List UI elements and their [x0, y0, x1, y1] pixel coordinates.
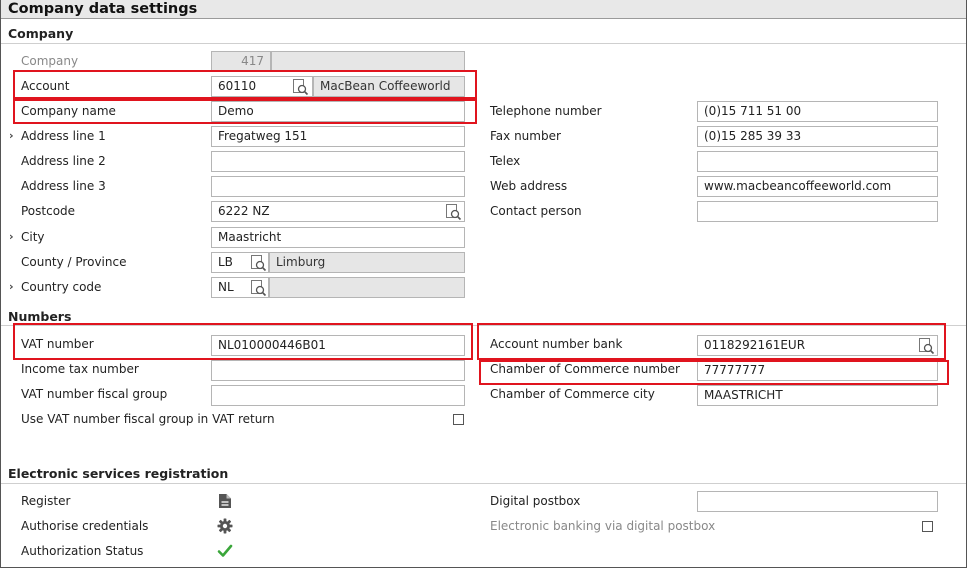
county-province-label: County / Province	[21, 255, 127, 269]
coc-city-input[interactable]: MAASTRICHT	[697, 385, 938, 406]
coc-city-label: Chamber of Commerce city	[490, 387, 655, 401]
section-title-company: Company	[8, 26, 74, 41]
section-title-numbers: Numbers	[8, 309, 72, 324]
income-tax-label: Income tax number	[21, 362, 139, 376]
contact-person-label: Contact person	[490, 204, 582, 218]
gear-icon[interactable]	[217, 518, 233, 537]
country-code-label: Country code	[21, 280, 102, 294]
section-divider	[1, 43, 966, 44]
address-line-1-input[interactable]: Fregatweg 151	[211, 126, 465, 147]
lookup-magnifier-icon[interactable]	[291, 78, 309, 96]
digital-postbox-input[interactable]	[697, 491, 938, 512]
lookup-magnifier-icon[interactable]	[249, 279, 267, 297]
address-line-2-label: Address line 2	[21, 154, 106, 168]
postcode-input[interactable]: 6222 NZ	[211, 201, 465, 222]
account-label: Account	[21, 79, 70, 93]
address-line-1-label: Address line 1	[21, 129, 106, 143]
company-description-field	[271, 51, 465, 72]
city-input[interactable]: Maastricht	[211, 227, 465, 248]
telex-label: Telex	[490, 154, 521, 168]
vat-number-input[interactable]: NL010000446B01	[211, 335, 465, 356]
checkmark-icon	[217, 543, 233, 562]
fax-label: Fax number	[490, 129, 561, 143]
use-vat-fiscal-label: Use VAT number fiscal group in VAT retur…	[21, 412, 275, 426]
lookup-magnifier-icon[interactable]	[249, 254, 267, 272]
vat-number-label: VAT number	[21, 337, 94, 351]
web-address-label: Web address	[490, 179, 568, 193]
chevron-right-icon[interactable]: ›	[9, 230, 14, 243]
telex-input[interactable]	[697, 151, 938, 172]
vat-fiscal-group-input[interactable]	[211, 385, 465, 406]
web-address-input[interactable]: www.macbeancoffeeworld.com	[697, 176, 938, 197]
coc-number-input[interactable]: 77777777	[697, 360, 938, 381]
address-line-3-input[interactable]	[211, 176, 465, 197]
county-name-field: Limburg	[269, 252, 465, 273]
account-name-field: MacBean Coffeeworld	[313, 76, 465, 97]
telephone-label: Telephone number	[490, 104, 602, 118]
company-number-field: 417	[211, 51, 271, 72]
company-label: Company	[21, 54, 79, 68]
address-line-3-label: Address line 3	[21, 179, 106, 193]
lookup-magnifier-icon[interactable]	[917, 337, 935, 355]
fax-input[interactable]: (0)15 285 39 33	[697, 126, 938, 147]
postcode-label: Postcode	[21, 204, 76, 218]
income-tax-input[interactable]	[211, 360, 465, 381]
use-vat-fiscal-checkbox[interactable]	[453, 414, 464, 425]
chevron-right-icon[interactable]: ›	[9, 129, 14, 142]
vat-fiscal-group-label: VAT number fiscal group	[21, 387, 168, 401]
chevron-right-icon[interactable]: ›	[9, 280, 14, 293]
bank-account-label: Account number bank	[490, 337, 623, 351]
coc-number-label: Chamber of Commerce number	[490, 362, 680, 376]
city-label: City	[21, 230, 45, 244]
section-divider	[1, 325, 966, 326]
company-name-label: Company name	[21, 104, 116, 118]
electronic-banking-label: Electronic banking via digital postbox	[490, 519, 716, 533]
authorization-status-label: Authorization Status	[21, 544, 144, 558]
contact-person-input[interactable]	[697, 201, 938, 222]
bank-account-input[interactable]: 0118292161EUR	[697, 335, 938, 356]
register-label: Register	[21, 494, 71, 508]
company-name-input[interactable]: Demo	[211, 101, 465, 122]
authorise-credentials-label: Authorise credentials	[21, 519, 149, 533]
digital-postbox-label: Digital postbox	[490, 494, 581, 508]
page-title: Company data settings	[1, 0, 966, 19]
telephone-input[interactable]: (0)15 711 51 00	[697, 101, 938, 122]
document-icon[interactable]	[218, 493, 232, 512]
section-title-electronic-services: Electronic services registration	[8, 466, 229, 481]
country-name-field	[269, 277, 465, 298]
electronic-banking-checkbox[interactable]	[922, 521, 933, 532]
address-line-2-input[interactable]	[211, 151, 465, 172]
lookup-magnifier-icon[interactable]	[444, 203, 462, 221]
section-divider	[1, 483, 966, 484]
